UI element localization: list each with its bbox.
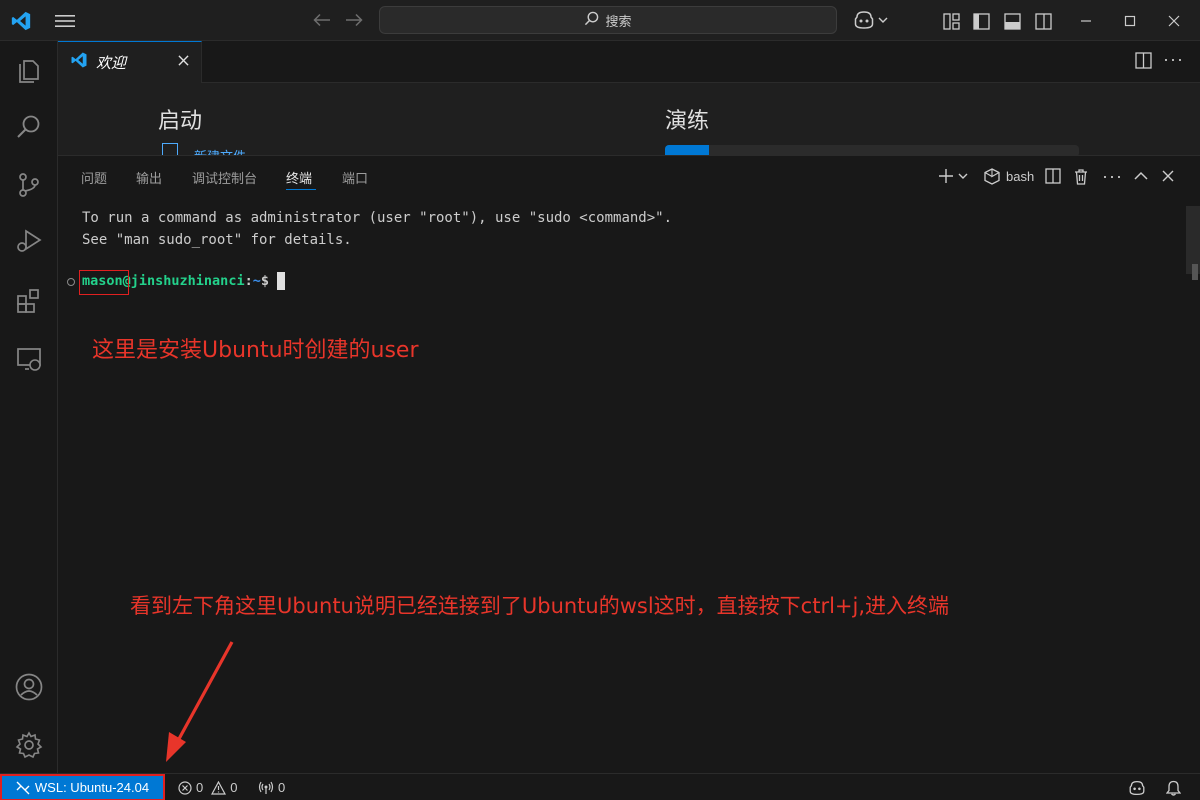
shell-label: bash bbox=[1006, 168, 1035, 184]
prompt-dollar: $ bbox=[260, 273, 269, 289]
tab-ports[interactable]: 端口 bbox=[342, 168, 368, 187]
split-editor-icon[interactable] bbox=[1135, 52, 1152, 74]
bell-icon[interactable] bbox=[1166, 774, 1181, 800]
source-control-icon[interactable] bbox=[0, 161, 58, 209]
tab-output[interactable]: 输出 bbox=[136, 168, 162, 187]
close-icon[interactable] bbox=[178, 53, 189, 71]
close-panel-icon[interactable] bbox=[1162, 164, 1174, 188]
walkthrough-card[interactable] bbox=[665, 145, 1079, 155]
user-annotation: 这里是安装Ubuntu时创建的user bbox=[92, 338, 419, 363]
warning-count: 0 bbox=[230, 780, 238, 795]
shell-icon bbox=[984, 167, 1000, 185]
active-tab-indicator bbox=[286, 189, 316, 190]
remote-icon bbox=[16, 781, 30, 794]
terminal-output[interactable]: To run a command as administrator (user … bbox=[82, 208, 672, 251]
vscode-logo-icon bbox=[70, 51, 88, 74]
new-file-icon bbox=[162, 143, 178, 155]
remote-explorer-icon[interactable] bbox=[0, 335, 58, 383]
toggle-panel-icon[interactable] bbox=[1001, 10, 1023, 32]
user-highlight-box bbox=[79, 270, 129, 295]
vscode-logo-icon bbox=[8, 8, 34, 34]
copilot-icon[interactable] bbox=[850, 8, 890, 32]
new-file-link[interactable]: 新建文件... bbox=[194, 146, 257, 155]
close-icon[interactable] bbox=[1152, 6, 1196, 36]
extensions-icon[interactable] bbox=[0, 277, 58, 325]
prompt-path: ~ bbox=[252, 273, 261, 289]
copilot-status-icon[interactable] bbox=[1128, 774, 1146, 800]
minimize-icon[interactable] bbox=[1064, 6, 1108, 36]
remote-indicator-button[interactable]: WSL: Ubuntu-24.04 bbox=[0, 774, 165, 800]
prompt-colon: : bbox=[244, 273, 253, 289]
more-actions-icon[interactable]: ··· bbox=[1163, 49, 1184, 70]
tab-terminal[interactable]: 终端 bbox=[286, 168, 312, 187]
new-terminal-button[interactable] bbox=[938, 164, 968, 188]
remote-label: WSL: Ubuntu-24.04 bbox=[34, 780, 150, 795]
menu-icon[interactable] bbox=[52, 8, 78, 34]
terminal-cursor bbox=[277, 272, 285, 290]
chevron-down-icon bbox=[878, 17, 887, 23]
problems-status-button[interactable]: 0 0 bbox=[178, 774, 237, 800]
maximize-panel-icon[interactable] bbox=[1134, 164, 1148, 188]
maximize-icon[interactable] bbox=[1108, 6, 1152, 36]
account-icon[interactable] bbox=[0, 663, 58, 711]
ports-count: 0 bbox=[278, 780, 286, 795]
tab-label: 欢迎 bbox=[96, 55, 127, 72]
title-bar: 搜索 bbox=[0, 0, 1200, 41]
broadcast-icon bbox=[258, 781, 274, 794]
toggle-sidebar-icon[interactable] bbox=[970, 10, 992, 32]
toggle-secondary-sidebar-icon[interactable] bbox=[1032, 10, 1054, 32]
back-icon[interactable] bbox=[310, 8, 334, 32]
search-icon bbox=[584, 11, 599, 29]
wsl-annotation: 看到左下角这里Ubuntu说明已经连接到了Ubuntu的wsl这时，直接按下ct… bbox=[130, 594, 950, 618]
tab-debug-console[interactable]: 调试控制台 bbox=[192, 168, 257, 187]
ports-status-button[interactable]: 0 bbox=[258, 774, 285, 800]
command-decoration-icon bbox=[67, 278, 75, 286]
more-actions-icon[interactable]: ··· bbox=[1102, 164, 1123, 188]
tab-welcome[interactable]: 欢迎 bbox=[58, 41, 202, 83]
split-terminal-icon[interactable] bbox=[1045, 164, 1061, 188]
start-heading: 启动 bbox=[158, 108, 203, 133]
walkthrough-card-badge bbox=[665, 145, 709, 155]
warning-icon bbox=[211, 780, 227, 795]
vscode-window: 搜索 欢迎 ··· 启动 演练 问题 输出 调试控制台 终端 端口 bash ·… bbox=[0, 0, 1200, 800]
run-debug-icon[interactable] bbox=[0, 217, 58, 265]
error-count: 0 bbox=[196, 780, 204, 795]
status-bar: WSL: Ubuntu-24.04 0 0 0 bbox=[0, 773, 1200, 800]
terminal-line: See "man sudo_root" for details. bbox=[82, 231, 352, 248]
explorer-icon[interactable] bbox=[0, 45, 58, 93]
search-placeholder: 搜索 bbox=[605, 13, 632, 29]
editor-tab-bar: 欢迎 ··· bbox=[58, 41, 1200, 83]
terminal-line: To run a command as administrator (user … bbox=[82, 210, 673, 226]
welcome-page: 启动 演练 新建文件... bbox=[58, 83, 1200, 155]
scrollbar-marker bbox=[1192, 264, 1198, 280]
annotation-arrow-icon bbox=[166, 641, 234, 762]
tab-problems[interactable]: 问题 bbox=[81, 168, 107, 187]
walkthrough-heading: 演练 bbox=[665, 108, 710, 133]
trash-icon[interactable] bbox=[1073, 164, 1089, 188]
gear-icon[interactable] bbox=[0, 721, 58, 769]
search-icon[interactable] bbox=[0, 103, 58, 151]
error-icon bbox=[178, 780, 192, 795]
forward-icon[interactable] bbox=[342, 8, 366, 32]
terminal-profile-button[interactable]: bash bbox=[984, 164, 1034, 188]
prompt-host: jinshuzhinanci bbox=[130, 273, 245, 289]
customize-layout-icon[interactable] bbox=[940, 10, 962, 32]
activity-bar bbox=[0, 41, 58, 773]
command-center-search[interactable]: 搜索 bbox=[379, 6, 837, 34]
chevron-down-icon bbox=[958, 173, 968, 179]
plus-icon bbox=[939, 169, 953, 183]
